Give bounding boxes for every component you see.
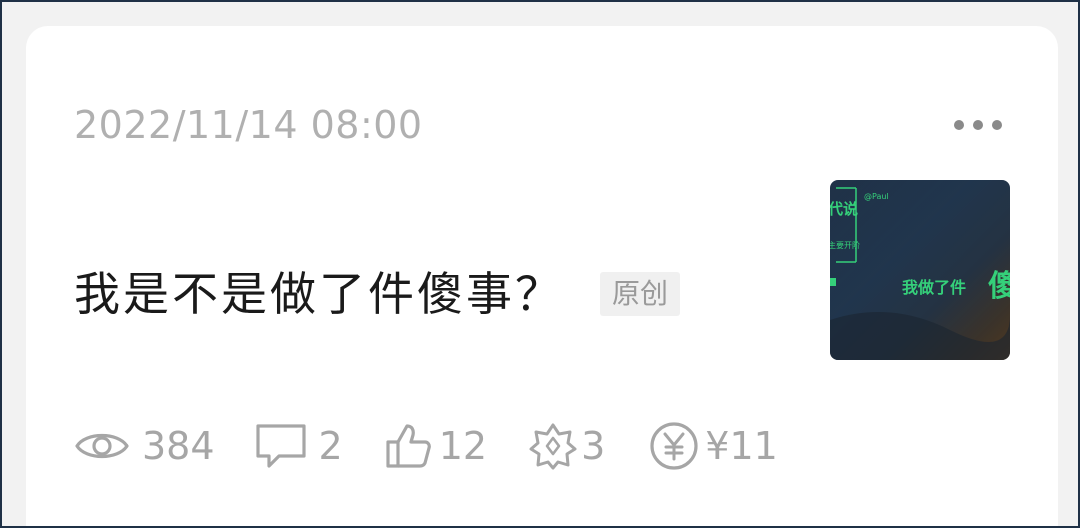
screen-frame: 2022/11/14 08:00 我是不是做了件傻事？ 原创 代说 @Paul … (2, 2, 1078, 526)
more-dot (992, 120, 1002, 130)
more-dot (973, 120, 983, 130)
likes-stat[interactable]: 12 (385, 422, 487, 470)
star-share-icon (529, 423, 577, 470)
views-count: 384 (142, 424, 215, 468)
post-card[interactable]: 2022/11/14 08:00 我是不是做了件傻事？ 原创 代说 @Paul … (26, 26, 1058, 526)
post-stats: 384 2 12 3 ¥11 (74, 418, 778, 474)
eye-icon (75, 434, 129, 458)
thumbnail-corner-text: 代说 (830, 200, 858, 218)
earnings-stat[interactable]: ¥11 (649, 421, 778, 471)
thumbs-up-icon (386, 424, 431, 468)
comments-count: 2 (318, 424, 343, 468)
thumbnail-main-text: 我做了件 (902, 278, 966, 297)
thumbnail-big-text: 傻 (988, 269, 1010, 304)
post-date: 2022/11/14 08:00 (74, 103, 423, 147)
likes-count: 12 (438, 424, 488, 468)
post-thumbnail[interactable]: 代说 @Paul 主要开阶 我做了件 傻 (830, 180, 1010, 360)
more-dot (954, 120, 964, 130)
thumbnail-art: 代说 @Paul 主要开阶 我做了件 傻 (830, 180, 1010, 360)
more-dots-icon[interactable] (954, 120, 1002, 130)
yuan-coin-icon (650, 422, 698, 470)
shares-stat[interactable]: 3 (529, 422, 605, 470)
shares-count: 3 (581, 424, 606, 468)
comment-icon (255, 424, 306, 468)
comments-stat[interactable]: 2 (255, 422, 343, 470)
views-stat[interactable]: 384 (74, 424, 215, 468)
earnings-amount: ¥11 (705, 424, 778, 468)
post-title[interactable]: 我是不是做了件傻事？ (74, 266, 564, 322)
thumbnail-handle-text: @Paul (864, 192, 889, 201)
title-row: 我是不是做了件傻事？ 原创 (74, 266, 681, 322)
original-badge: 原创 (600, 272, 681, 316)
thumbnail-small-text: 主要开阶 (830, 240, 860, 250)
